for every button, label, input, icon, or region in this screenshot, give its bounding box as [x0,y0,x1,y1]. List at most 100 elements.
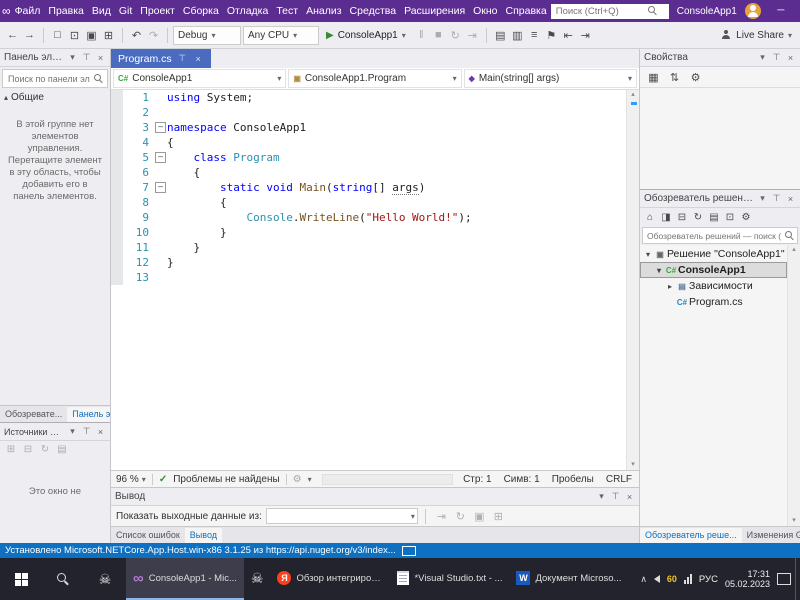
window-position-icon[interactable]: ▾ [67,426,78,437]
tree-item[interactable]: ▾ C# ConsoleApp1 [640,262,787,278]
new-file-icon[interactable]: □ [49,29,66,42]
line-indicator[interactable]: Стр: 1 [463,474,491,485]
document-health-label[interactable]: Проблемы не найдены [173,474,279,485]
network-icon[interactable] [683,574,692,584]
menu-item[interactable]: Сборка [179,0,223,22]
collapse-region-button[interactable]: – [155,122,166,133]
alphabetical-icon[interactable]: ⇅ [666,71,683,84]
menu-item[interactable]: Справка [502,0,551,22]
toolbox-group-general[interactable]: ▴ Общие [0,90,110,105]
expander-icon[interactable]: ▸ [665,282,675,291]
refresh-source-icon[interactable]: ↻ [38,444,52,455]
code-line[interactable]: 11 } [111,240,626,255]
start-debugging-button[interactable]: ▶ ConsoleApp1 ▾ [321,30,411,41]
home-icon[interactable]: ⌂ [643,212,657,223]
toolbox-search-box[interactable] [2,69,108,88]
tree-item[interactable]: C# Program.cs [640,294,787,310]
tool-window-tab[interactable]: Изменения Git — п... [742,528,800,543]
add-source-icon[interactable]: ⊞ [4,444,18,455]
start-button[interactable] [0,558,42,600]
clear-all-icon[interactable]: ↻ [452,510,469,523]
live-share-button[interactable]: Live Share ▾ [721,30,796,41]
zoom-dropdown[interactable]: 96 % ▾ [116,474,146,485]
open-folder-icon[interactable]: ⊡ [66,29,83,42]
taskbar-search-button[interactable] [42,558,84,600]
taskbar-app-yandex-browser[interactable]: Я Обзор интегриров... [270,558,390,600]
view-code-icon[interactable]: ⊡ [723,212,737,223]
pin-icon[interactable]: ⊤ [771,52,782,63]
stop-icon[interactable]: ■ [430,29,447,42]
categorized-icon[interactable]: ▦ [645,71,662,84]
code-line[interactable]: 2 [111,105,626,120]
close-icon[interactable]: × [95,427,106,437]
scroll-up-icon[interactable]: ▴ [792,245,796,255]
configure-source-icon[interactable]: ▤ [55,444,69,455]
menu-item[interactable]: Расширения [400,0,469,22]
close-icon[interactable]: × [785,53,796,63]
code-line[interactable]: 4{ [111,135,626,150]
scroll-up-icon[interactable]: ▴ [631,90,635,100]
find-in-files-icon[interactable]: ▥ [509,29,526,42]
code-line[interactable]: 6 { [111,165,626,180]
goto-message-icon[interactable]: ⇥ [433,510,450,523]
close-icon[interactable]: × [193,54,204,64]
pin-icon[interactable]: ⊤ [610,491,621,502]
breakpoint-margin[interactable] [111,105,123,120]
close-icon[interactable]: × [95,53,106,63]
menu-item[interactable]: Средства [346,0,401,22]
breakpoint-margin[interactable] [111,270,123,285]
project-dropdown[interactable]: C# ConsoleApp1 ▾ [113,69,287,88]
tool-window-tab[interactable]: Обозревате... [0,407,67,422]
scroll-down-icon[interactable]: ▾ [631,460,635,470]
expander-icon[interactable]: ▾ [654,266,664,275]
indent-icon[interactable]: ⇥ [577,29,594,42]
volume-icon[interactable] [653,575,660,583]
breakpoint-margin[interactable] [111,240,123,255]
taskbar-app-notepad[interactable]: *Visual Studio.txt - ... [390,558,509,600]
wrap-icon[interactable]: ▣ [471,510,488,523]
language-indicator[interactable]: РУС [699,574,718,585]
restart-icon[interactable]: ↻ [447,29,464,42]
platform-dropdown[interactable]: Any CPU ▾ [243,25,319,45]
back-icon[interactable]: ← [4,29,21,41]
save-icon[interactable]: ▣ [83,29,100,42]
step-over-icon[interactable]: ⇥ [464,29,481,42]
expander-icon[interactable]: ▾ [643,250,653,259]
code-line[interactable]: 5– class Program [111,150,626,165]
breakpoint-margin[interactable] [111,150,123,165]
forward-icon[interactable]: → [21,29,38,41]
bookmark-icon[interactable]: ⚑ [543,29,560,42]
editor-vertical-scrollbar[interactable]: ▴ ▾ [626,90,639,470]
tool-window-tab[interactable]: Панель эле... [67,407,110,422]
break-all-icon[interactable]: ‖ [413,29,430,42]
document-tab-program-cs[interactable]: Program.cs ⊤ × [111,49,211,68]
breakpoint-margin[interactable] [111,255,123,270]
pin-icon[interactable]: ⊤ [81,52,92,63]
output-source-dropdown[interactable]: ▾ [265,508,418,524]
collapse-region-button[interactable]: – [155,182,166,193]
quick-search-input[interactable] [553,4,648,18]
background-tasks-indicator[interactable] [401,545,416,556]
property-pages-icon[interactable]: ⚙ [687,71,704,84]
menu-item[interactable]: Отладка [223,0,273,22]
tree-item[interactable]: ▾▣Решение "ConsoleApp1" (проекты: 1 из 1… [640,246,787,262]
close-icon[interactable]: × [624,492,635,502]
switch-views-icon[interactable]: ◨ [659,212,673,223]
window-position-icon[interactable]: ▾ [757,193,768,204]
action-center-icon[interactable] [777,573,791,585]
minimize-button[interactable]: ─ [769,0,793,22]
battery-indicator[interactable]: 60 [667,574,677,584]
eol-indicator[interactable]: CRLF [606,474,632,485]
code-line[interactable]: 10 } [111,225,626,240]
menu-item[interactable]: Git [115,0,136,22]
collapse-region-button[interactable]: – [155,152,166,163]
close-icon[interactable]: × [785,194,796,204]
tool-window-tab[interactable]: Список ошибок [111,528,185,543]
show-all-files-icon[interactable]: ▤ [707,212,721,223]
code-editor[interactable]: 1 using System; 2 3– namespace ConsoleApp1 4{… [111,90,639,470]
breakpoint-margin[interactable] [111,120,123,135]
window-position-icon[interactable]: ▾ [596,491,607,502]
breakpoint-margin[interactable] [111,210,123,225]
breakpoint-margin[interactable] [111,90,123,105]
menu-item[interactable]: Анализ [302,0,345,22]
